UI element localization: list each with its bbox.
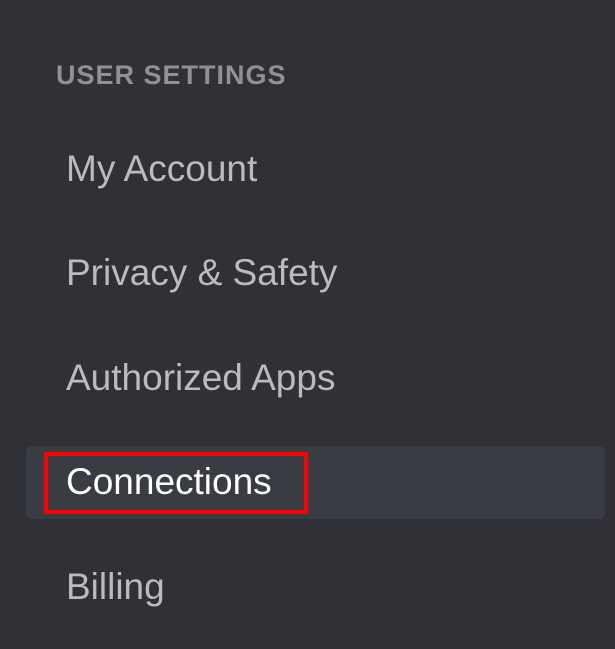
sidebar-item-billing[interactable]: Billing <box>48 551 595 623</box>
settings-sidebar: USER SETTINGS My Account Privacy & Safet… <box>0 0 615 623</box>
sidebar-item-label: Authorized Apps <box>66 357 335 398</box>
sidebar-item-my-account[interactable]: My Account <box>48 133 595 205</box>
sidebar-item-connections[interactable]: Connections <box>26 446 605 518</box>
section-header-user-settings: USER SETTINGS <box>48 60 595 91</box>
sidebar-item-label: Billing <box>66 566 165 607</box>
sidebar-item-label: My Account <box>66 148 257 189</box>
sidebar-item-privacy-safety[interactable]: Privacy & Safety <box>48 237 595 309</box>
sidebar-item-authorized-apps[interactable]: Authorized Apps <box>48 342 595 414</box>
sidebar-item-label: Connections <box>66 461 272 502</box>
sidebar-item-label: Privacy & Safety <box>66 252 337 293</box>
